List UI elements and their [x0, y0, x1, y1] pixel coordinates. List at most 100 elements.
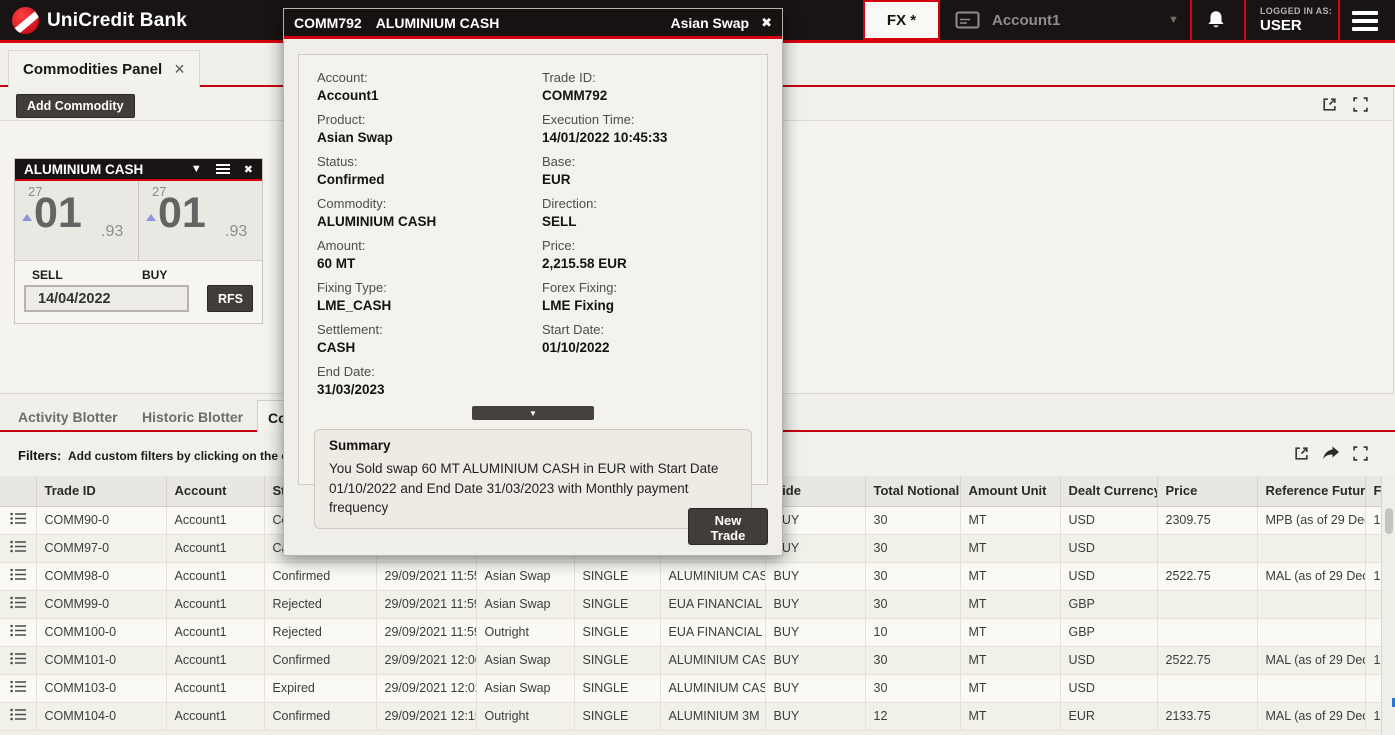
- col-trade-id[interactable]: Trade ID: [36, 476, 166, 506]
- row-menu-icon[interactable]: [0, 674, 36, 702]
- trade-detail-field: Base: EUR: [542, 154, 767, 187]
- cell-reference-future: MAL (as of 29 Dec: [1257, 562, 1365, 590]
- cell-trade-id: COMM90-0: [36, 506, 166, 534]
- row-menu-icon[interactable]: [0, 506, 36, 534]
- summary-text: You Sold swap 60 MT ALUMINIUM CASH in EU…: [329, 459, 737, 518]
- account-name: Account1: [992, 12, 1060, 29]
- field-label: Direction:: [542, 196, 767, 211]
- cell-side: BUY: [765, 618, 865, 646]
- col-price[interactable]: Price: [1157, 476, 1257, 506]
- modal-product-badge: Asian Swap: [671, 15, 750, 31]
- close-icon[interactable]: ×: [174, 59, 185, 80]
- summary-box: Summary You Sold swap 60 MT ALUMINIUM CA…: [314, 429, 752, 529]
- cell-reference-future: MPB (as of 29 Dec: [1257, 506, 1365, 534]
- cell-status: Rejected: [264, 618, 376, 646]
- account-selector[interactable]: Account1: [955, 0, 1060, 40]
- cell-type: SINGLE: [574, 562, 660, 590]
- field-label: Amount:: [317, 238, 542, 253]
- tab-activity-blotter[interactable]: Activity Blotter: [18, 409, 118, 425]
- cell-total-notional: 10: [865, 618, 960, 646]
- field-value: LME_CASH: [317, 298, 542, 313]
- col-row-menu[interactable]: [0, 476, 36, 506]
- field-label: Trade ID:: [542, 70, 767, 85]
- col-amount-unit[interactable]: Amount Unit: [960, 476, 1060, 506]
- new-trade-button[interactable]: New Trade: [688, 508, 768, 545]
- cell-account: Account1: [166, 702, 264, 730]
- row-menu-icon[interactable]: [0, 590, 36, 618]
- notifications-bell-icon[interactable]: [1205, 9, 1227, 31]
- col-dealt-currency[interactable]: Dealt Currency: [1060, 476, 1157, 506]
- cell-type: SINGLE: [574, 646, 660, 674]
- popout-icon[interactable]: [1321, 96, 1338, 113]
- fullscreen-icon[interactable]: [1352, 96, 1369, 113]
- card-icon: [955, 11, 980, 29]
- cell-status: Rejected: [264, 590, 376, 618]
- vertical-scrollbar[interactable]: [1381, 476, 1395, 735]
- trade-details-panel: Account: Account1 Product: Asian Swap St…: [298, 54, 768, 485]
- menu-hamburger-icon[interactable]: [1352, 11, 1378, 35]
- cell-trade-id: COMM100-0: [36, 618, 166, 646]
- table-row[interactable]: COMM100-0 Account1 Rejected 29/09/2021 1…: [0, 618, 1381, 646]
- field-value: CASH: [317, 340, 542, 355]
- table-row[interactable]: COMM104-0 Account1 Confirmed 29/09/2021 …: [0, 702, 1381, 730]
- brand-name: UniCredit Bank: [47, 10, 187, 32]
- col-fx-spot[interactable]: Fx S: [1365, 476, 1381, 506]
- col-account[interactable]: Account: [166, 476, 264, 506]
- table-row[interactable]: COMM101-0 Account1 Confirmed 29/09/2021 …: [0, 646, 1381, 674]
- cell-status: Confirmed: [264, 646, 376, 674]
- field-label: End Date:: [317, 364, 542, 379]
- cell-fx-spot: [1365, 674, 1381, 702]
- fullscreen-icon[interactable]: [1352, 445, 1369, 462]
- rfs-button[interactable]: RFS: [207, 285, 253, 312]
- field-label: Base:: [542, 154, 767, 169]
- table-row[interactable]: COMM98-0 Account1 Confirmed 29/09/2021 1…: [0, 562, 1381, 590]
- field-value: Asian Swap: [317, 130, 542, 145]
- cell-price: [1157, 618, 1257, 646]
- row-menu-icon[interactable]: [0, 534, 36, 562]
- table-row[interactable]: COMM103-0 Account1 Expired 29/09/2021 12…: [0, 674, 1381, 702]
- chevron-down-icon[interactable]: ▼: [1168, 14, 1179, 26]
- trade-detail-field: Trade ID: COMM792: [542, 70, 767, 103]
- row-menu-icon[interactable]: [0, 618, 36, 646]
- add-commodity-button[interactable]: Add Commodity: [16, 94, 135, 118]
- cell-amount-unit: MT: [960, 702, 1060, 730]
- cell-price: 2522.75: [1157, 646, 1257, 674]
- field-label: Status:: [317, 154, 542, 169]
- col-reference-future[interactable]: Reference Future: [1257, 476, 1365, 506]
- sell-price-tile[interactable]: 27 01 .93: [15, 181, 138, 260]
- buy-price-tile[interactable]: 27 01 .93: [138, 181, 262, 260]
- widget-menu-icon[interactable]: [216, 162, 230, 176]
- cell-trade-id: COMM98-0: [36, 562, 166, 590]
- buy-label: BUY: [142, 268, 167, 282]
- cell-side: BUY: [765, 674, 865, 702]
- cell-dealt-currency: USD: [1060, 646, 1157, 674]
- brand-logo: UniCredit Bank: [12, 7, 187, 34]
- trade-detail-field: Forex Fixing: LME Fixing: [542, 280, 767, 313]
- cell-status: Confirmed: [264, 562, 376, 590]
- close-icon[interactable]: ✖: [761, 15, 772, 31]
- cell-type: SINGLE: [574, 674, 660, 702]
- scrollbar-thumb[interactable]: [1385, 508, 1393, 534]
- row-menu-icon[interactable]: [0, 562, 36, 590]
- chevron-down-icon[interactable]: ▼: [191, 163, 202, 175]
- modal-title: ALUMINIUM CASH: [376, 15, 671, 31]
- cell-side: BUY: [765, 646, 865, 674]
- col-total-notional[interactable]: Total Notional Qu: [865, 476, 960, 506]
- cell-fx-spot: [1365, 618, 1381, 646]
- collapse-details-button[interactable]: ▼: [472, 406, 594, 420]
- tab-historic-blotter[interactable]: Historic Blotter: [142, 409, 243, 425]
- tab-commodities-panel[interactable]: Commodities Panel ×: [8, 50, 200, 87]
- sell-decimals: .93: [101, 223, 123, 241]
- cell-fx-spot: 1: [1365, 506, 1381, 534]
- share-icon[interactable]: [1322, 445, 1340, 462]
- cell-total-notional: 30: [865, 534, 960, 562]
- popout-icon[interactable]: [1293, 445, 1310, 462]
- tab-fx[interactable]: FX *: [863, 0, 940, 40]
- row-menu-icon[interactable]: [0, 646, 36, 674]
- close-icon[interactable]: ✖: [244, 163, 253, 176]
- tenor-date-input[interactable]: [24, 285, 189, 312]
- row-menu-icon[interactable]: [0, 702, 36, 730]
- buy-decimals: .93: [225, 223, 247, 241]
- trade-detail-field: Product: Asian Swap: [317, 112, 542, 145]
- table-row[interactable]: COMM99-0 Account1 Rejected 29/09/2021 11…: [0, 590, 1381, 618]
